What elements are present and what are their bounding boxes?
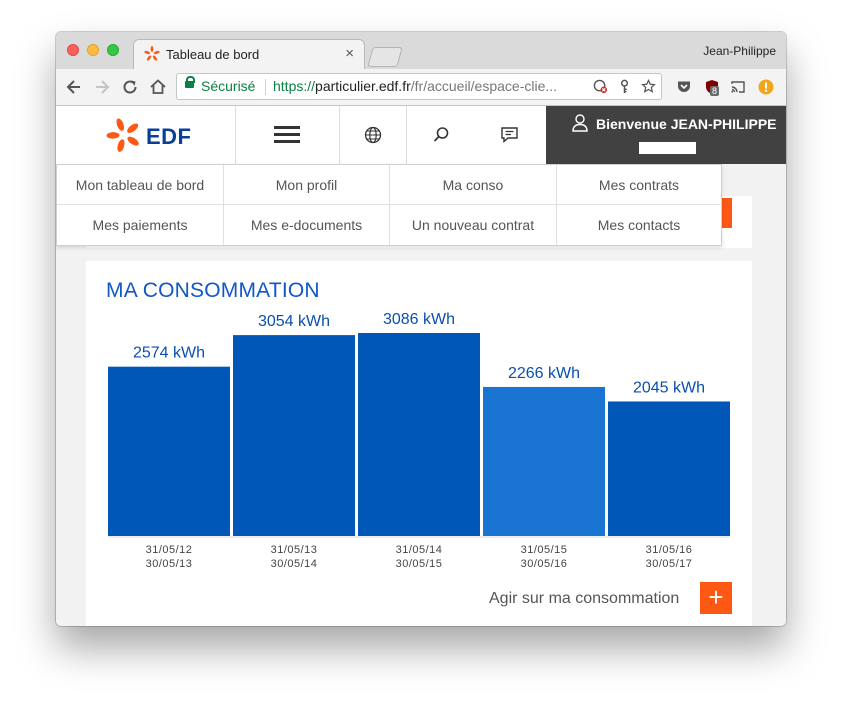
window-minimize-button[interactable] [87,44,99,56]
chart-bar[interactable] [483,386,605,536]
chart-bar[interactable] [233,335,355,536]
url-host: particulier.edf.fr [315,78,411,94]
x-axis-period-label: 31/05/15 [521,544,568,556]
hamburger-icon-bar [274,126,300,129]
browser-toolbar: Sécurisé https://particulier.edf.fr/fr/a… [56,69,786,106]
profile-name[interactable]: Jean-Philippe [703,44,776,58]
menu-item-ma-conso[interactable]: Ma conso [390,165,557,205]
messages-button[interactable] [476,106,544,164]
x-axis-period-label: 30/05/15 [396,558,443,570]
welcome-text: Bienvenue JEAN-PHILIPPE [596,116,777,132]
tab-title: Tableau de bord [166,47,260,62]
bar-value-label: 2266 kWh [508,365,580,382]
x-axis-period-label: 30/05/16 [521,558,568,570]
user-account-panel[interactable]: Bienvenue JEAN-PHILIPPE [546,106,786,164]
forward-arrow-icon[interactable] [92,77,112,97]
menu-item-mes-contacts[interactable]: Mes contacts [557,205,721,245]
site-header: EDF Bienvenue JEAN-PHILIPPE [56,106,786,164]
url-path: /fr/accueil/espace-clie... [410,78,558,94]
menu-item-mon-profil[interactable]: Mon profil [224,165,390,205]
menu-item-mes-paiements[interactable]: Mes paiements [57,205,224,245]
lock-icon [185,76,195,88]
new-tab-button[interactable] [367,47,403,67]
edf-favicon-icon [144,46,160,61]
cta-plus-button[interactable]: + [700,582,732,614]
url-scheme: https:// [273,78,316,94]
x-axis-period-label: 31/05/14 [396,544,443,556]
url-text[interactable]: https://particulier.edf.fr/fr/accueil/es… [273,78,557,94]
reload-icon[interactable] [120,77,140,97]
tab-close-icon[interactable]: × [345,45,354,62]
account-dropdown-menu: Mon tableau de bord Mon profil Ma conso … [56,164,722,246]
x-axis-period-label: 31/05/16 [646,544,693,556]
bar-value-label: 2574 kWh [133,345,205,362]
consumption-card: MA CONSOMMATION 2574 kWh 31/05/12 30/05/13… [86,261,752,626]
menu-item-un-nouveau-contrat[interactable]: Un nouveau contrat [390,205,557,245]
hamburger-icon-bar [274,133,300,136]
edf-logo-flower-icon [106,118,139,152]
cta-label[interactable]: Agir sur ma consommation [489,590,679,608]
edf-logo[interactable]: EDF [56,106,236,164]
search-icon [433,127,449,142]
window-close-button[interactable] [67,44,79,56]
hamburger-menu-button[interactable] [235,106,340,164]
window-maximize-button[interactable] [107,44,119,56]
hidden-card-action-button[interactable] [722,198,732,228]
chart-bar[interactable] [358,333,480,536]
update-alert-icon[interactable] [758,79,774,95]
browser-tab-active[interactable]: Tableau de bord × [134,40,364,69]
ublock-extension-icon[interactable]: 8 [704,79,720,96]
browser-window: Tableau de bord × Jean-Philippe Sécurisé… [56,32,786,626]
chart-bar[interactable] [608,401,730,536]
back-arrow-icon[interactable] [64,77,84,97]
cookie-blocked-icon[interactable] [593,79,608,94]
x-axis-period-label: 30/05/13 [146,558,193,570]
menu-item-mes-e-documents[interactable]: Mes e-documents [224,205,390,245]
address-bar[interactable]: Sécurisé https://particulier.edf.fr/fr/a… [176,73,662,100]
cast-icon[interactable] [730,79,746,95]
chart-bar[interactable] [108,366,230,536]
x-axis-period-label: 31/05/13 [271,544,318,556]
hamburger-icon-bar [274,140,300,143]
consumption-bar-chart: 2574 kWh 31/05/12 30/05/13 3054 kWh 31/05/13… [108,311,730,570]
pocket-extension-icon[interactable] [676,79,692,95]
url-separator [265,79,266,95]
home-icon[interactable] [148,77,168,97]
x-axis-period-label: 30/05/14 [271,558,318,570]
account-info-redacted [639,142,696,154]
bar-value-label: 3086 kWh [383,311,455,328]
extension-badge: 8 [710,86,720,96]
secure-label: Sécurisé [201,78,256,94]
x-axis-period-label: 30/05/17 [646,558,693,570]
menu-item-mes-contrats[interactable]: Mes contrats [557,165,721,205]
user-icon [572,114,588,132]
key-icon[interactable] [617,79,632,94]
search-button[interactable] [408,106,476,164]
chat-bubble-icon [501,127,518,144]
bar-value-label: 3054 kWh [258,313,330,330]
menu-item-mon-tableau-de-bord[interactable]: Mon tableau de bord [57,165,224,205]
tab-bar: Tableau de bord × Jean-Philippe [56,32,786,69]
page-viewport: EDF Bienvenue JEAN-PHILIPPE Mon tableau … [56,106,786,626]
globe-icon [364,126,382,144]
bar-value-label: 2045 kWh [633,379,705,396]
x-axis-period-label: 31/05/12 [146,544,193,556]
bookmark-star-icon[interactable] [641,79,656,94]
language-button[interactable] [340,106,407,164]
edf-logo-text: EDF [146,124,192,149]
